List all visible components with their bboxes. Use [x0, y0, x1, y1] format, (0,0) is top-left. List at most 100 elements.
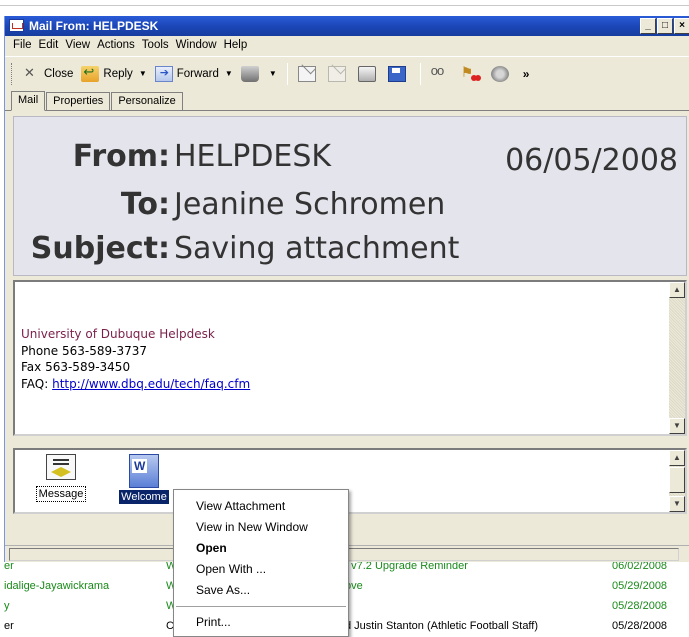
scroll-thumb[interactable] [669, 467, 685, 493]
subject-row: Subject: Saving attachment [14, 227, 688, 271]
tab-mail[interactable]: Mail [11, 91, 46, 111]
scroll-down-button[interactable]: ▼ [669, 496, 685, 512]
message-body[interactable]: University of Dubuque Helpdesk Phone 563… [13, 280, 687, 436]
from-label: From: [72, 139, 170, 174]
tab-personalize[interactable]: Personalize [111, 92, 183, 110]
to-label: To: [120, 187, 170, 222]
scroll-up-button[interactable]: ▲ [669, 450, 685, 466]
menu-actions[interactable]: Actions [97, 36, 142, 55]
flag-icon [461, 64, 479, 82]
menu-item-print[interactable]: Print... [174, 612, 348, 632]
menu-help[interactable]: Help [224, 36, 255, 55]
scroll-up-button[interactable]: ▲ [669, 282, 685, 298]
close-icon [22, 65, 40, 82]
menu-bar: File Edit View Actions Tools Window Help [5, 36, 689, 55]
scroll-down-button[interactable]: ▼ [669, 418, 685, 434]
previous-message-icon [327, 65, 346, 82]
menu-item-open[interactable]: Open [174, 538, 348, 558]
signature-fax: Fax 563-589-3450 [21, 360, 131, 374]
from-value[interactable]: HELPDESK [174, 135, 331, 179]
window-controls: _ □ × [640, 18, 689, 34]
next-message-button[interactable] [294, 61, 324, 87]
subject-value: Saving attachment [174, 231, 460, 266]
forward-icon [154, 65, 173, 82]
signature-phone: Phone 563-589-3737 [21, 343, 147, 358]
glasses-icon [431, 63, 449, 82]
signature-org: University of Dubuque Helpdesk [21, 327, 215, 341]
chevron-down-icon[interactable]: ▼ [139, 69, 147, 78]
follow-up-button[interactable] [457, 61, 487, 87]
chevron-down-icon[interactable]: ▼ [225, 69, 233, 78]
menu-item-save-as[interactable]: Save As... [174, 580, 348, 600]
signature-faq: FAQ: http://www.dbq.edu/tech/faq.cfm [21, 376, 250, 393]
save-button[interactable] [384, 61, 414, 87]
attachments-pane: Message Welcome ▲ ▼ [13, 448, 687, 514]
attachment-context-menu: View Attachment View in New Window Open … [173, 489, 349, 637]
tab-bar: Mail Properties Personalize [5, 91, 689, 111]
forward-button-label: Forward [176, 67, 219, 80]
list-item-sender: er [4, 620, 14, 632]
close-button-label: Close [44, 67, 74, 80]
maximize-button[interactable]: □ [657, 18, 673, 34]
mail-app-icon[interactable] [9, 19, 24, 32]
reply-button[interactable]: Reply ▼ [77, 61, 150, 87]
list-item-sender: y [4, 600, 10, 612]
list-item-subject: ove [345, 580, 363, 592]
menu-item-open-with[interactable]: Open With ... [174, 559, 348, 579]
print-button[interactable] [354, 61, 384, 87]
menu-separator [176, 606, 346, 607]
message-date: 06/05/2008 [505, 143, 678, 178]
chevron-down-icon[interactable]: ▼ [269, 69, 277, 78]
next-message-icon [297, 65, 316, 82]
previous-message-button[interactable] [324, 61, 354, 87]
properties-button[interactable] [487, 61, 517, 87]
attachments-scrollbar[interactable]: ▲ ▼ [669, 450, 685, 512]
list-item-sender: idalige-Jayawickrama [4, 580, 110, 592]
delete-button[interactable]: ▼ [237, 61, 281, 87]
printer-icon [357, 65, 376, 82]
menu-item-view-attachment[interactable]: View Attachment [174, 496, 348, 516]
list-item-date: 05/28/2008 [612, 620, 668, 632]
menu-item-view-in-new-window[interactable]: View in New Window [174, 517, 348, 537]
toolbar-overflow-button[interactable]: » [523, 67, 530, 81]
close-window-button[interactable]: × [674, 18, 689, 34]
attachment-label: Welcome [119, 490, 169, 504]
attachment-welcome[interactable]: Welcome [109, 454, 179, 504]
list-item-date: 05/29/2008 [612, 580, 668, 592]
list-item-date: 05/28/2008 [612, 600, 668, 612]
trash-icon [240, 65, 259, 82]
menu-view[interactable]: View [65, 36, 97, 55]
menu-tools[interactable]: Tools [142, 36, 176, 55]
gear-icon [490, 65, 509, 82]
message-icon [46, 454, 76, 480]
window-title: Mail From: HELPDESK [29, 19, 159, 33]
forward-button[interactable]: Forward ▼ [151, 61, 237, 87]
faq-label: FAQ: [21, 376, 53, 391]
reply-button-label: Reply [103, 67, 133, 80]
menu-file[interactable]: File [13, 36, 39, 55]
toolbar-separator [419, 62, 421, 85]
signature-block: University of Dubuque Helpdesk Phone 563… [21, 326, 250, 392]
close-button[interactable]: Close [18, 61, 77, 87]
faq-link[interactable]: http://www.dbq.edu/tech/faq.cfm [52, 377, 250, 391]
reply-icon [81, 64, 100, 82]
floppy-disk-icon [387, 65, 406, 82]
menu-edit[interactable]: Edit [39, 36, 66, 55]
toolbar: Close Reply ▼ Forward ▼ ▼ [5, 56, 689, 90]
menu-window[interactable]: Window [176, 36, 224, 55]
toolbar-separator [286, 62, 288, 85]
background-list-header [0, 0, 689, 6]
attachment-label: Message [35, 486, 87, 502]
word-document-icon [129, 454, 159, 488]
tab-properties[interactable]: Properties [46, 92, 111, 110]
mail-window: Mail From: HELPDESK _ □ × File Edit View… [4, 16, 689, 562]
subject-label: Subject: [30, 231, 170, 266]
title-bar[interactable]: Mail From: HELPDESK _ □ × [5, 16, 689, 36]
toolbar-grip[interactable] [11, 62, 14, 85]
to-value[interactable]: Jeanine Schromen [174, 183, 445, 227]
search-button[interactable] [427, 61, 457, 87]
minimize-button[interactable]: _ [640, 18, 656, 34]
attachment-message[interactable]: Message [31, 454, 91, 502]
message-header: From: HELPDESK 06/05/2008 To: Jeanine Sc… [13, 116, 687, 276]
body-scrollbar[interactable]: ▲ ▼ [669, 282, 685, 434]
